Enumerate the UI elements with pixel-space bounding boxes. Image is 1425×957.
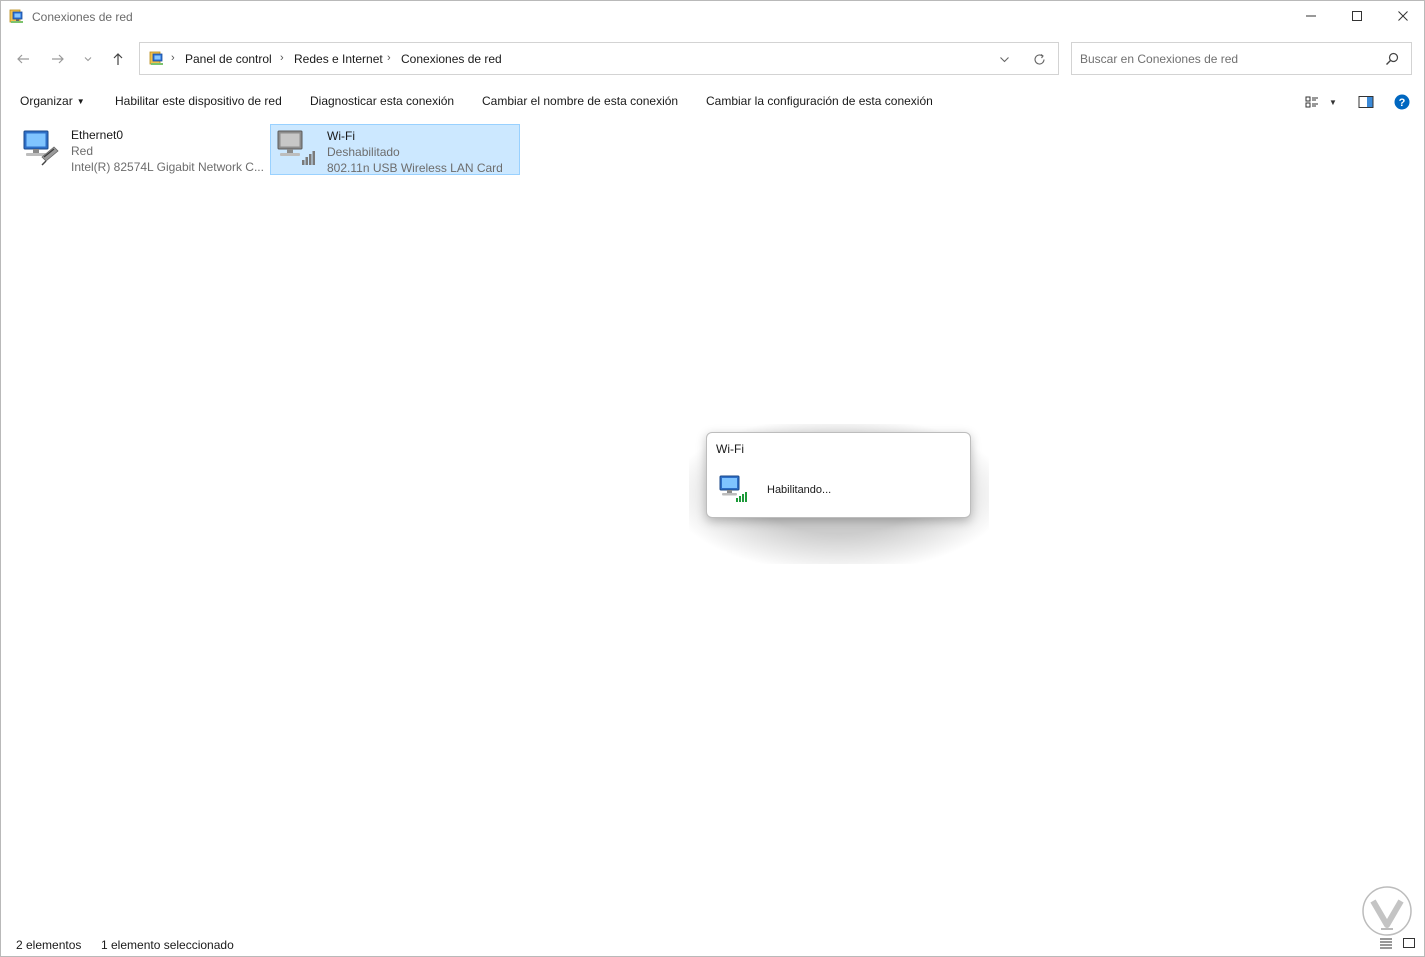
status-selection: 1 elemento seleccionado bbox=[101, 938, 234, 952]
breadcrumb-separator: › bbox=[171, 52, 175, 64]
breadcrumb-separator: › bbox=[280, 52, 284, 64]
recent-locations-button[interactable] bbox=[79, 48, 97, 70]
connection-status: Red bbox=[71, 144, 94, 158]
breadcrumb-separator: › bbox=[387, 52, 391, 64]
refresh-icon bbox=[1033, 53, 1045, 65]
diagnose-button[interactable]: Diagnosticar esta conexión bbox=[310, 94, 454, 108]
minimize-button[interactable] bbox=[1288, 1, 1334, 31]
search-box[interactable] bbox=[1071, 42, 1412, 75]
details-view-icon bbox=[1380, 938, 1392, 949]
maximize-button[interactable] bbox=[1334, 1, 1380, 31]
preview-pane-button[interactable] bbox=[1357, 93, 1375, 111]
address-bar[interactable]: › Panel de control › Redes e Internet › … bbox=[139, 42, 1059, 75]
dialog-title: Wi-Fi bbox=[716, 442, 744, 456]
organize-label: Organizar bbox=[20, 94, 73, 108]
breadcrumb-network-connections[interactable]: Conexiones de red bbox=[401, 52, 502, 66]
back-button[interactable] bbox=[12, 48, 34, 70]
help-button[interactable]: ? bbox=[1393, 93, 1411, 111]
chevron-down-icon bbox=[84, 57, 92, 62]
refresh-button[interactable] bbox=[1030, 50, 1048, 68]
change-settings-button[interactable]: Cambiar la configuración de esta conexió… bbox=[706, 94, 933, 108]
connection-status: Deshabilitado bbox=[327, 145, 400, 159]
search-icon[interactable] bbox=[1384, 51, 1400, 67]
connection-item-ethernet[interactable]: Ethernet0 Red Intel(R) 82574L Gigabit Ne… bbox=[15, 124, 265, 175]
caret-down-icon: ▼ bbox=[76, 97, 85, 106]
connection-text: Wi-Fi Deshabilitado 802.11n USB Wireless… bbox=[327, 128, 503, 176]
rename-button[interactable]: Cambiar el nombre de esta conexión bbox=[482, 94, 678, 108]
svg-text:?: ? bbox=[1399, 97, 1406, 109]
forward-button[interactable] bbox=[47, 48, 69, 70]
caret-down-icon: ▼ bbox=[1329, 97, 1337, 107]
close-button[interactable] bbox=[1380, 1, 1425, 31]
title-bar: Conexiones de red bbox=[1, 1, 1424, 33]
large-icons-view-icon bbox=[1403, 938, 1415, 948]
window-title: Conexiones de red bbox=[32, 10, 133, 24]
wifi-adapter-disabled-icon bbox=[277, 130, 315, 165]
dialog-status: Habilitando... bbox=[767, 484, 832, 496]
arrow-right-icon bbox=[52, 54, 64, 64]
connection-device: 802.11n USB Wireless LAN Card bbox=[327, 161, 503, 175]
connection-name: Ethernet0 bbox=[71, 128, 124, 142]
maximize-icon bbox=[1352, 11, 1362, 21]
arrow-left-icon bbox=[17, 54, 29, 64]
network-connections-icon bbox=[9, 9, 23, 23]
status-item-count: 2 elementos bbox=[16, 938, 82, 952]
connection-device: Intel(R) 82574L Gigabit Network C... bbox=[71, 160, 264, 174]
large-icons-view-button[interactable] bbox=[1402, 937, 1418, 951]
organize-menu[interactable]: Organizar ▼ bbox=[20, 94, 85, 108]
preview-pane-icon bbox=[1358, 96, 1374, 108]
connection-name: Wi-Fi bbox=[327, 129, 355, 143]
close-icon bbox=[1398, 11, 1408, 21]
change-view-button[interactable]: ▼ bbox=[1301, 93, 1341, 111]
up-button[interactable] bbox=[107, 48, 129, 70]
chevron-down-icon bbox=[999, 56, 1009, 62]
enable-device-button[interactable]: Habilitar este dispositivo de red bbox=[115, 94, 282, 108]
watermark-logo bbox=[1362, 886, 1412, 936]
search-input[interactable] bbox=[1080, 51, 1370, 67]
control-panel-icon bbox=[149, 51, 163, 65]
breadcrumb-control-panel[interactable]: Panel de control bbox=[185, 52, 272, 66]
details-view-button[interactable] bbox=[1379, 937, 1395, 951]
ethernet-adapter-icon bbox=[23, 130, 59, 166]
connection-item-wifi[interactable]: Wi-Fi Deshabilitado 802.11n USB Wireless… bbox=[270, 124, 520, 175]
minimize-icon bbox=[1306, 15, 1316, 17]
wifi-adapter-icon bbox=[719, 475, 747, 502]
explorer-window: Conexiones de red › Panel de control › R… bbox=[0, 0, 1425, 957]
breadcrumb-network-internet[interactable]: Redes e Internet bbox=[294, 52, 383, 66]
arrow-up-icon bbox=[113, 53, 123, 65]
help-icon: ? bbox=[1394, 94, 1410, 110]
view-options-icon bbox=[1305, 96, 1319, 108]
address-history-button[interactable] bbox=[995, 50, 1013, 68]
connection-text: Ethernet0 Red Intel(R) 82574L Gigabit Ne… bbox=[71, 127, 264, 175]
enabling-dialog: Wi-Fi Habilitando... bbox=[706, 432, 971, 518]
